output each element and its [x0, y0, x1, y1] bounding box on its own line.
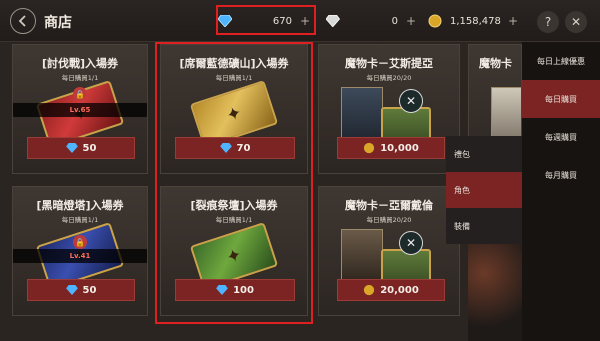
add-gold-button[interactable]: + [508, 14, 518, 28]
diamond-icon [65, 285, 78, 295]
close-button[interactable]: ✕ [565, 11, 587, 33]
subtab-equipment[interactable]: 裝備 [446, 208, 522, 244]
item-title: [黑暗燈塔]入場券 [36, 199, 124, 212]
item-title: 魔物卡－艾斯提亞 [345, 57, 433, 70]
silver-currency: 0 + [326, 10, 416, 32]
shop-tab-column: 每日上線優惠 每日購買 每週購買 每月購買 [522, 42, 600, 341]
price-button[interactable]: 50 [27, 137, 135, 159]
back-arrow-icon [18, 15, 26, 27]
price-value: 50 [82, 142, 97, 154]
top-bar: 商店 670 + 0 + 1,158,478 + ? ✕ [0, 0, 600, 42]
shop-item-card[interactable]: [黑暗燈塔]入場券 每日購買1/1 ✦ 🔒 Lv.41 50 [12, 186, 148, 316]
gold-coin-icon [428, 14, 442, 28]
shop-item-card[interactable]: [討伐戰]入場券 每日購買1/1 ✦ 🔒 Lv.65 50 [12, 44, 148, 174]
category-subtabs: 禮包 角色 裝備 [446, 136, 522, 244]
subtab-character[interactable]: 角色 [446, 172, 522, 208]
gold-currency: 1,158,478 + [428, 10, 524, 32]
shop-item-card[interactable]: 魔物卡－艾斯提亞 每日購買20/20 ✕ 10,000 [318, 44, 460, 174]
purchase-limit: 每日購買1/1 [61, 216, 99, 224]
silver-diamond-icon [326, 15, 340, 27]
tab-daily-purchase[interactable]: 每日購買 [522, 80, 600, 118]
back-button[interactable] [10, 8, 36, 34]
purchase-limit: 每日購買20/20 [366, 74, 412, 82]
price-button[interactable]: 20,000 [337, 279, 445, 301]
price-value: 20,000 [380, 284, 419, 296]
level-requirement: Lv.41 [13, 249, 147, 263]
silver-amount: 0 [391, 15, 398, 27]
emblem-icon: ✕ [399, 231, 423, 255]
tab-weekly-purchase[interactable]: 每週購買 [522, 118, 600, 156]
lock-icon: 🔒 [73, 87, 87, 101]
gold-coin-icon [364, 142, 375, 154]
diamond-icon [65, 143, 78, 153]
subtab-package[interactable]: 禮包 [446, 136, 522, 172]
page-title: 商店 [44, 15, 72, 31]
purchase-limit: 每日購買20/20 [366, 216, 412, 224]
item-title: [討伐戰]入場券 [41, 57, 119, 70]
item-title: 魔物卡－亞爾戴倫 [345, 199, 433, 212]
tab-daily-login[interactable]: 每日上線優惠 [522, 42, 600, 80]
tab-monthly-purchase[interactable]: 每月購買 [522, 156, 600, 194]
help-button[interactable]: ? [537, 11, 559, 33]
lock-icon: 🔒 [73, 235, 87, 249]
add-silver-button[interactable]: + [406, 14, 416, 28]
level-requirement: Lv.65 [13, 103, 147, 117]
item-highlight-box [155, 42, 313, 324]
gold-coin-icon [364, 284, 375, 296]
currency-highlight-box [216, 5, 316, 35]
shop-item-card[interactable]: 魔物卡－亞爾戴倫 每日購買20/20 ✕ 20,000 [318, 186, 460, 316]
item-title: 魔物卡 [479, 57, 512, 70]
price-button[interactable]: 10,000 [337, 137, 445, 159]
price-value: 10,000 [380, 142, 419, 154]
emblem-icon: ✕ [399, 89, 423, 113]
price-button[interactable]: 50 [27, 279, 135, 301]
purchase-limit: 每日購買1/1 [61, 74, 99, 82]
price-value: 50 [82, 284, 97, 296]
decorative-glow [468, 244, 522, 341]
gold-amount: 1,158,478 [450, 15, 501, 27]
